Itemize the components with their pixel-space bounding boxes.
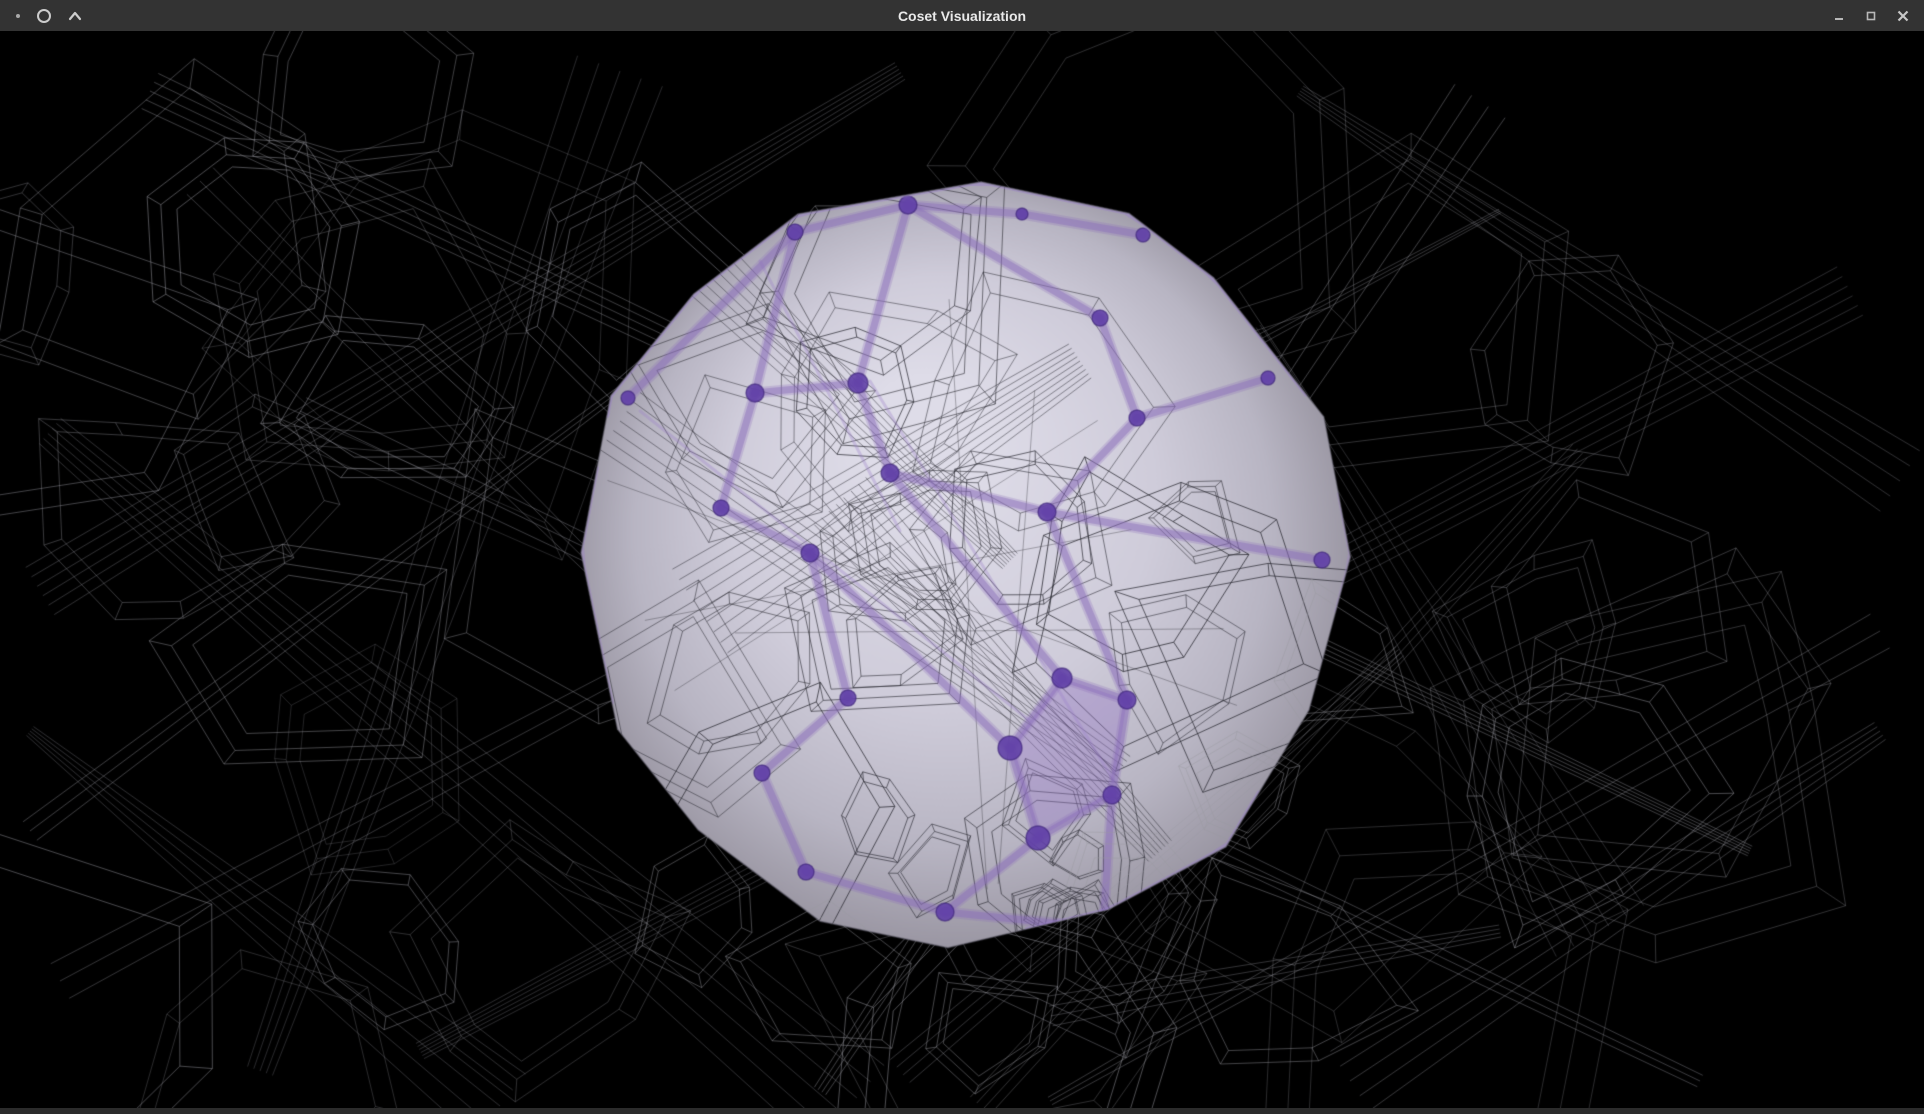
window-title: Coset Visualization: [0, 8, 1924, 24]
titlebar-controls: [1830, 0, 1924, 31]
close-button[interactable]: [1894, 0, 1912, 31]
record-circle-icon[interactable]: [37, 9, 51, 23]
viewport-3d[interactable]: [0, 31, 1924, 1108]
minimize-icon: [1833, 10, 1845, 22]
titlebar-left-icons: [0, 0, 82, 31]
maximize-button[interactable]: [1862, 0, 1880, 31]
close-icon: [1896, 9, 1910, 23]
window-titlebar: Coset Visualization: [0, 0, 1924, 31]
app-dot-icon[interactable]: [16, 14, 20, 18]
window-bottom-edge: [0, 1108, 1924, 1114]
minimize-button[interactable]: [1830, 0, 1848, 31]
chevron-up-icon[interactable]: [68, 11, 82, 21]
maximize-icon: [1865, 10, 1877, 22]
